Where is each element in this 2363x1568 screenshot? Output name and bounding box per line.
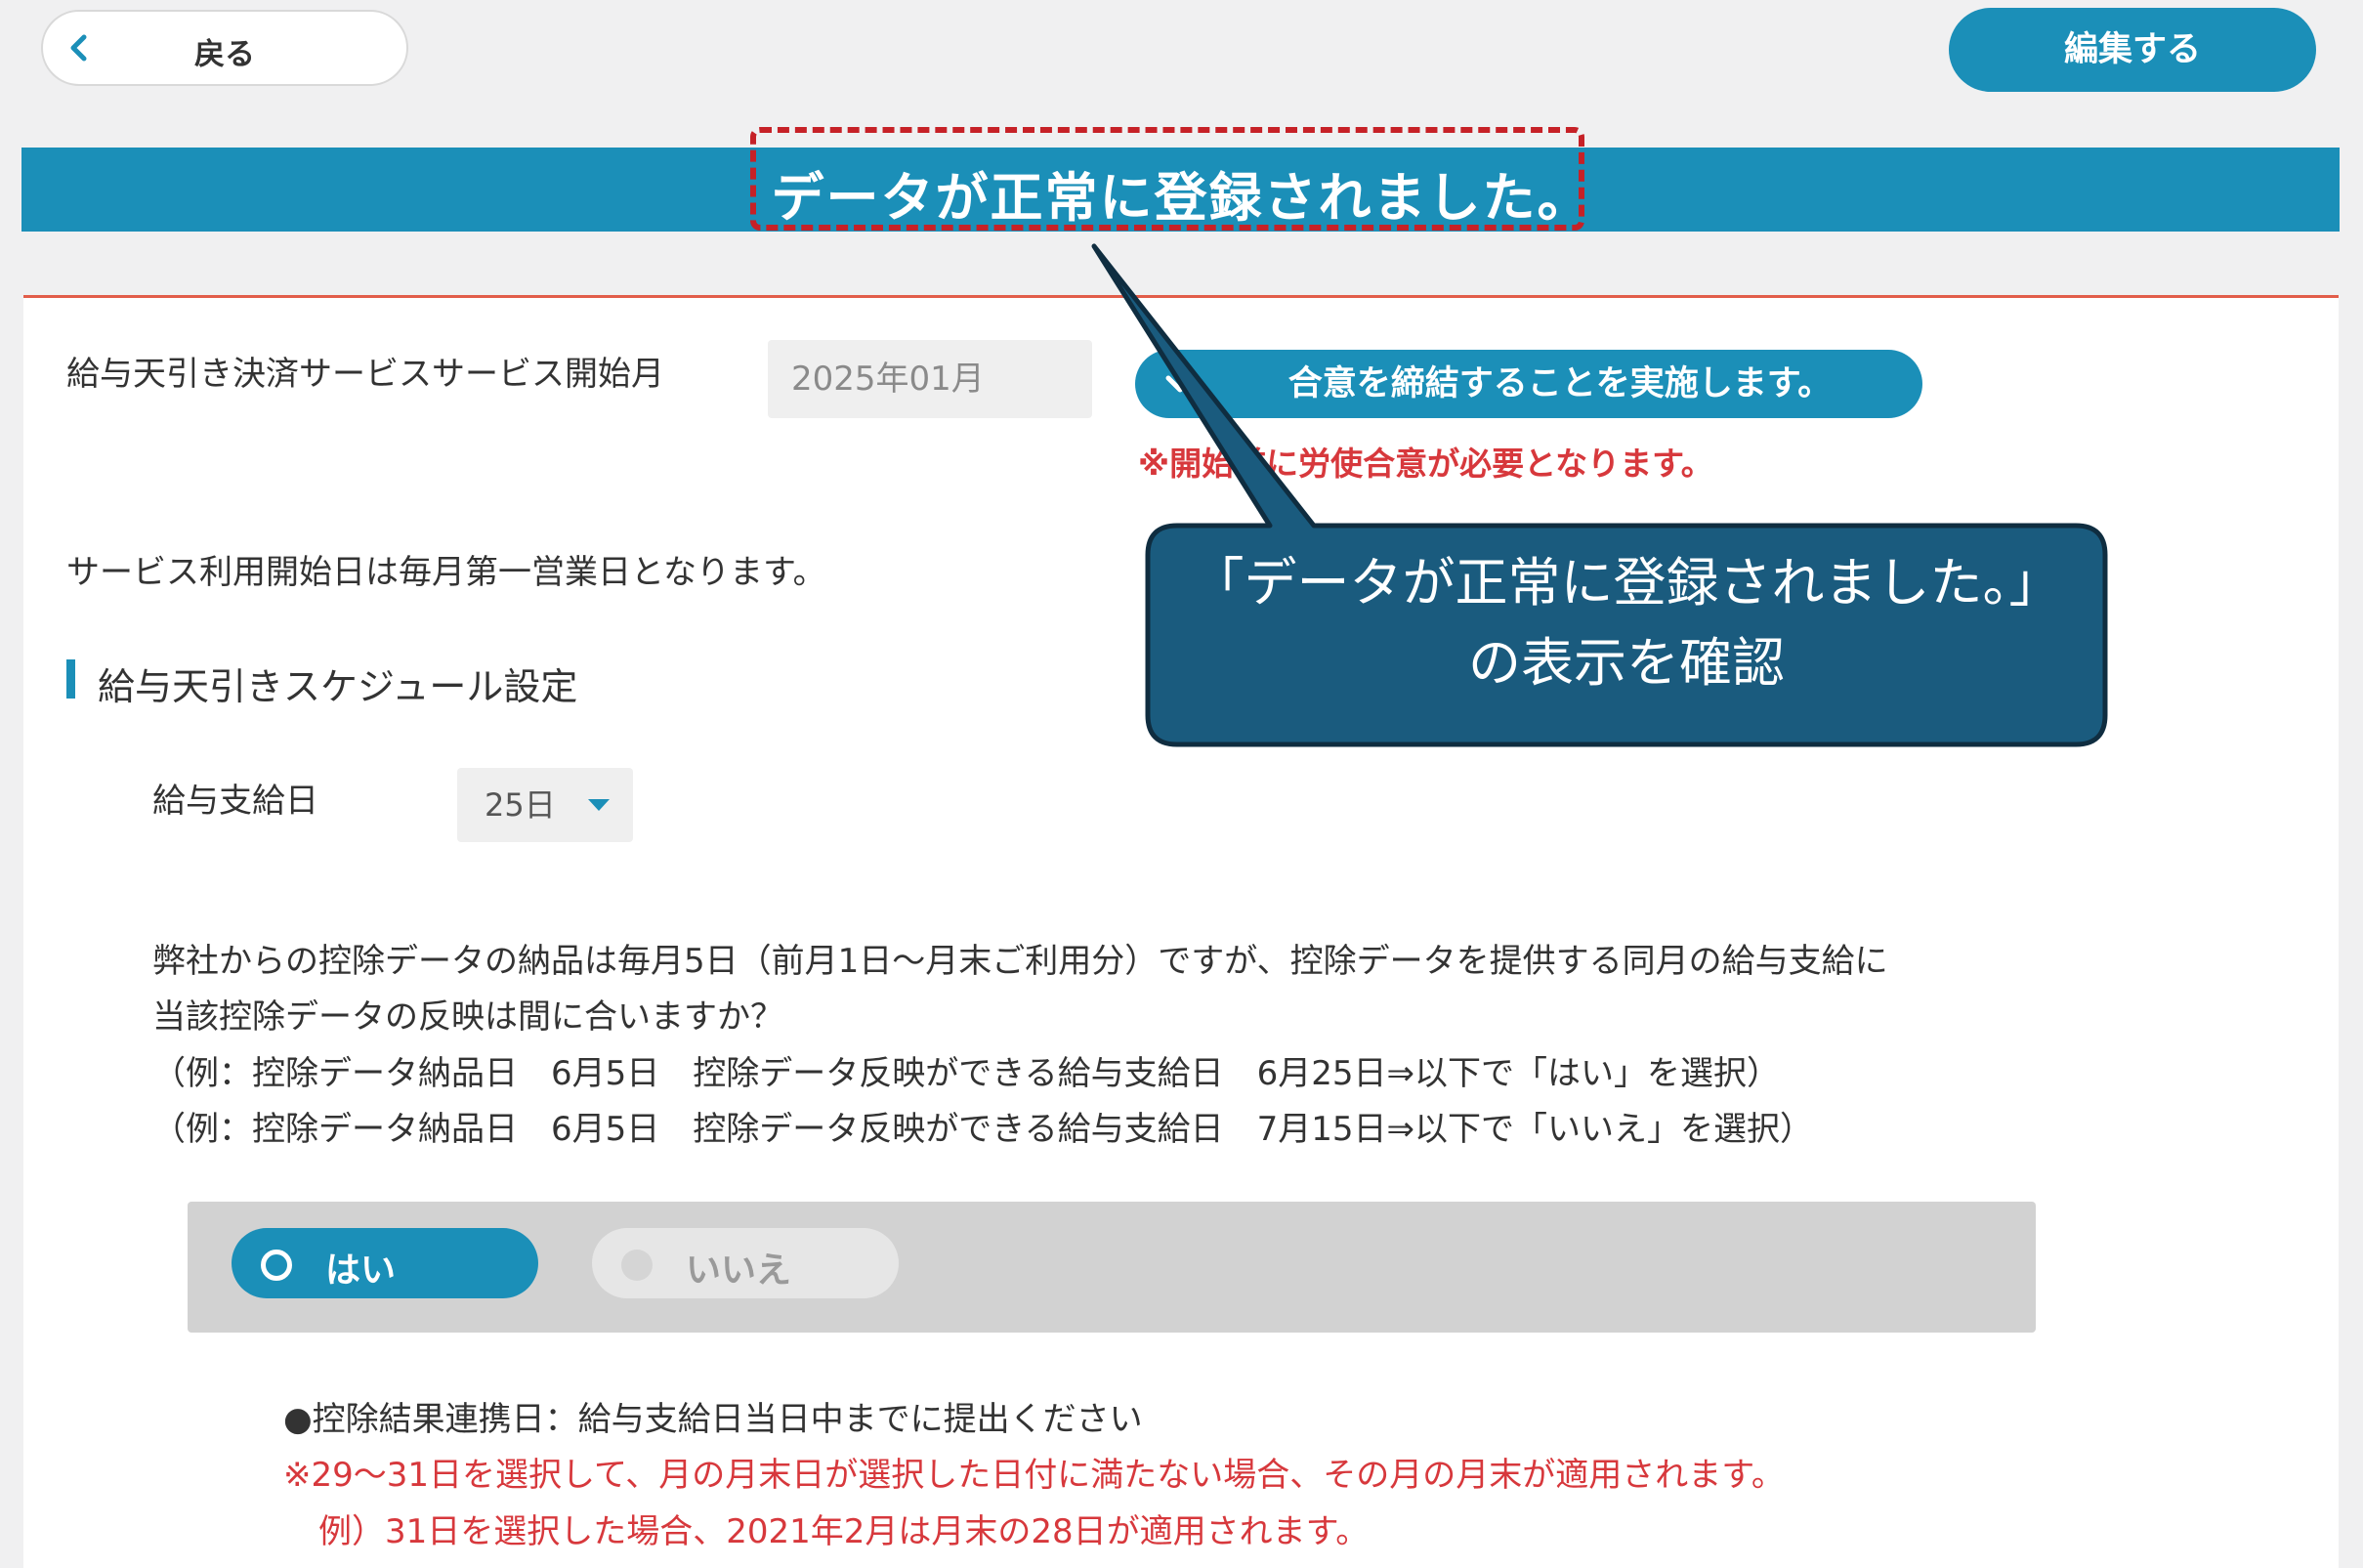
callout-line: の表示を確認 — [1468, 632, 1785, 694]
callout-bubble — [1091, 243, 2108, 747]
callout-line: 「データが正常に登録されました。」 — [1191, 552, 2062, 614]
callout-text: 「データが正常に登録されました。」 の表示を確認 — [1149, 543, 2104, 703]
